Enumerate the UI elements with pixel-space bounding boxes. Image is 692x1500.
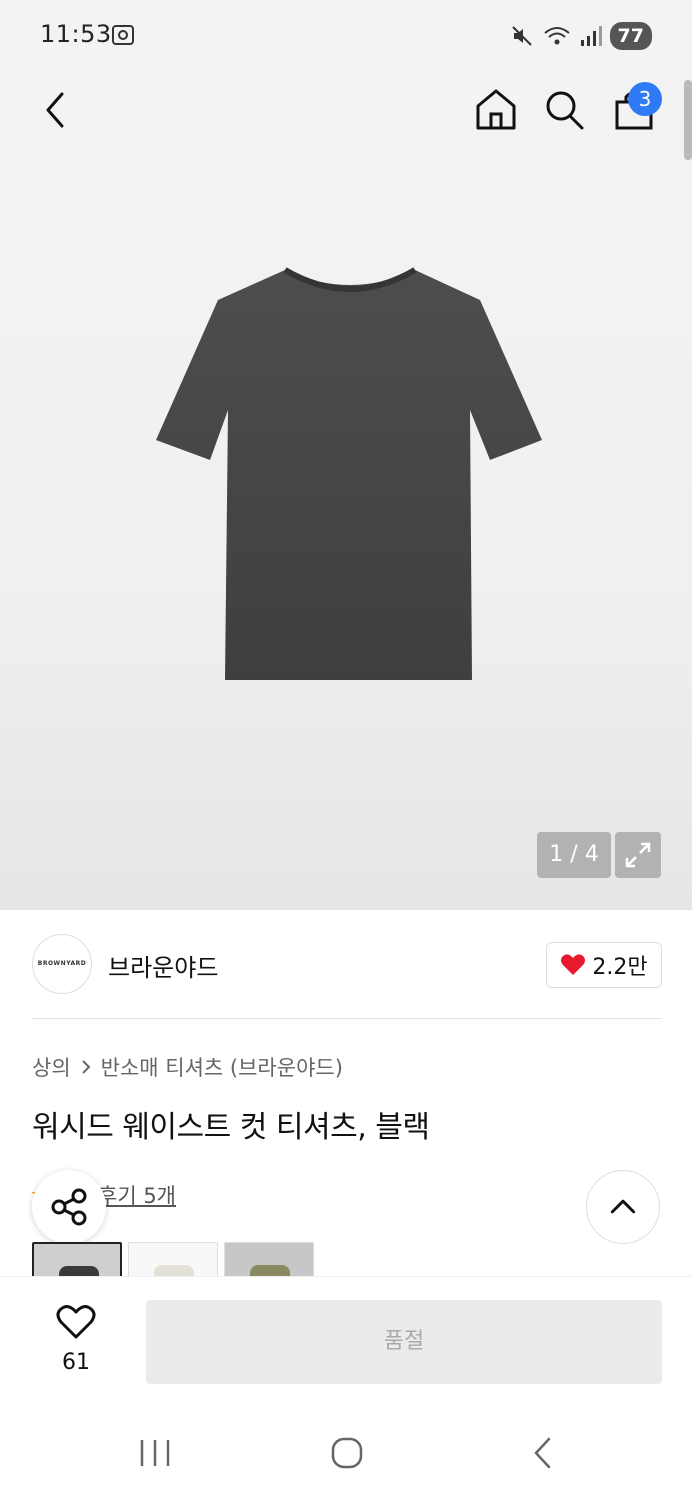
brand-row[interactable]: BROWNYARD 브라운야드 2.2만 (0, 910, 692, 1018)
gallery-page-counter: 1 / 4 (537, 832, 611, 878)
product-image-tshirt[interactable] (150, 260, 550, 690)
status-right: 77 (510, 20, 652, 52)
heart-filled-icon (561, 954, 586, 975)
swatch-black[interactable] (32, 1242, 122, 1278)
home-icon[interactable] (474, 86, 518, 132)
battery-level: 77 (609, 22, 652, 50)
mute-icon (511, 26, 532, 46)
screenshot-icon (112, 25, 134, 45)
chevron-right-icon (81, 1060, 91, 1074)
recent-apps-icon[interactable] (138, 1438, 172, 1468)
scroll-indicator[interactable] (684, 80, 692, 160)
wish-count: 61 (62, 1350, 90, 1375)
wifi-icon (543, 27, 570, 45)
cart-count-badge: 3 (628, 82, 662, 116)
breadcrumb: 상의 반소매 티셔츠 (브라운야드) (32, 1052, 343, 1082)
status-time: 11:53 (40, 20, 112, 48)
expand-icon[interactable] (615, 832, 661, 878)
breadcrumb-category[interactable]: 상의 (32, 1052, 71, 1082)
review-link[interactable]: 후기 5개 (98, 1180, 176, 1210)
back-icon[interactable] (36, 88, 76, 132)
product-title: 워시드 웨이스트 컷 티셔츠, 블랙 (32, 1110, 430, 1145)
heart-outline-icon[interactable] (56, 1304, 96, 1340)
brand-like-count: 2.2만 (592, 955, 648, 980)
share-button[interactable] (32, 1170, 106, 1244)
signal-icon (580, 26, 602, 46)
brand-like-button[interactable]: 2.2만 (546, 942, 662, 988)
divider (32, 1018, 662, 1019)
status-bar: 11:53 77 (0, 0, 692, 72)
brand-logo[interactable]: BROWNYARD (32, 934, 92, 994)
breadcrumb-subcategory[interactable]: 반소매 티셔츠 (브라운야드) (101, 1052, 343, 1082)
brand-name[interactable]: 브라운야드 (108, 948, 218, 983)
swatch-ivory[interactable] (128, 1242, 218, 1278)
system-back-icon[interactable] (528, 1436, 558, 1470)
swatch-khaki[interactable] (224, 1242, 314, 1278)
scroll-to-top-button[interactable] (586, 1170, 660, 1244)
color-swatches (32, 1242, 314, 1278)
soldout-button[interactable]: 품절 (146, 1300, 662, 1384)
system-home-icon[interactable] (330, 1436, 364, 1470)
search-icon[interactable] (542, 86, 586, 132)
